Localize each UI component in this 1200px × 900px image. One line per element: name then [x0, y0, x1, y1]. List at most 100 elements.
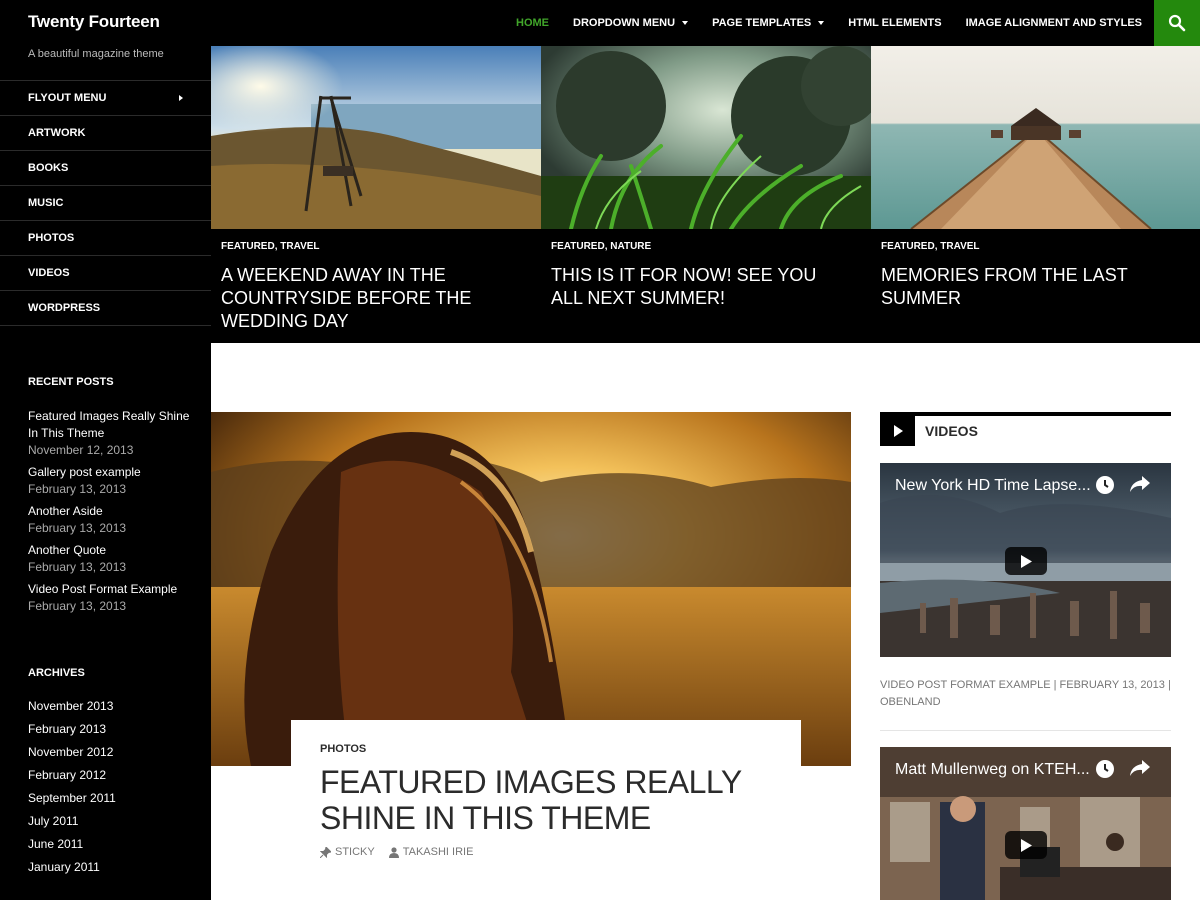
sticky-text: STICKY	[335, 846, 375, 858]
video-title[interactable]: New York HD Time Lapse...	[895, 477, 1091, 495]
featured-post-card[interactable]: FEATURED, NATURE THIS IS IT FOR NOW! SEE…	[541, 46, 871, 343]
video-embed[interactable]: Matt Mullenweg on KTEH...	[880, 747, 1171, 900]
recent-posts-list: Featured Images Really Shine In This The…	[28, 408, 193, 620]
archives-title: ARCHIVES	[28, 667, 85, 679]
author-name: TAKASHI IRIE	[402, 846, 474, 858]
watch-later-icon[interactable]	[1095, 759, 1115, 779]
featured-post-title[interactable]: MEMORIES FROM THE LAST SUMMER	[881, 264, 1181, 310]
list-item: Video Post Format Example February 13, 20…	[28, 581, 193, 615]
list-item: Another Aside February 13, 2013	[28, 503, 193, 537]
recent-post-link[interactable]: Another Quote	[28, 542, 193, 559]
list-item: Another Quote February 13, 2013	[28, 542, 193, 576]
post-meta: STICKY TAKASHI IRIE	[320, 846, 801, 858]
nav-item-image-alignment[interactable]: IMAGE ALIGNMENT AND STYLES	[954, 0, 1154, 46]
side-menu-artwork[interactable]: ARTWORK	[0, 116, 211, 151]
side-menu-flyout[interactable]: FLYOUT MENU	[0, 81, 211, 116]
recent-post-link[interactable]: Gallery post example	[28, 464, 193, 481]
nav-item-label: HOME	[516, 17, 549, 29]
nav-item-html-elements[interactable]: HTML ELEMENTS	[836, 0, 953, 46]
left-sidebar: A beautiful magazine theme FLYOUT MENU A…	[0, 46, 211, 900]
side-menu-label: ARTWORK	[28, 127, 86, 139]
archives-list: November 2013 February 2013 November 201…	[28, 698, 116, 882]
recent-post-link[interactable]: Featured Images Really Shine In This The…	[28, 408, 193, 442]
recent-post-date: February 13, 2013	[28, 560, 127, 574]
side-menu-label: BOOKS	[28, 162, 69, 174]
video-play-button[interactable]	[1005, 831, 1047, 859]
chevron-right-icon	[179, 95, 183, 101]
site-tagline: A beautiful magazine theme	[28, 48, 164, 60]
video-format-badge[interactable]	[880, 416, 915, 446]
archive-link[interactable]: February 2013	[28, 721, 116, 744]
featured-post-category[interactable]: FEATURED, NATURE	[551, 241, 651, 252]
recent-post-link[interactable]: Another Aside	[28, 503, 193, 520]
featured-post-title[interactable]: THIS IS IT FOR NOW! SEE YOU ALL NEXT SUM…	[551, 264, 851, 310]
nav-item-label: IMAGE ALIGNMENT AND STYLES	[965, 17, 1142, 29]
play-icon	[1021, 838, 1032, 852]
post-category[interactable]: PHOTOS	[320, 743, 801, 755]
caret-down-icon	[682, 21, 689, 25]
user-icon	[388, 846, 399, 858]
share-icon[interactable]	[1129, 759, 1151, 777]
play-icon	[1021, 554, 1032, 568]
video-embed[interactable]: New York HD Time Lapse...	[880, 463, 1171, 657]
side-menu-label: FLYOUT MENU	[28, 92, 107, 104]
play-icon	[893, 425, 903, 437]
nav-item-label: HTML ELEMENTS	[848, 17, 942, 29]
archive-link[interactable]: January 2011	[28, 859, 116, 882]
recent-post-date: February 13, 2013	[28, 599, 127, 613]
search-icon	[1168, 14, 1186, 32]
videos-widget-header: VIDEOS	[880, 412, 1171, 446]
secondary-menu: FLYOUT MENU ARTWORK BOOKS MUSIC PHOTOS V…	[0, 80, 211, 326]
archive-link[interactable]: November 2012	[28, 744, 116, 767]
nav-item-page-templates[interactable]: PAGE TEMPLATES	[700, 0, 836, 46]
video-title[interactable]: Matt Mullenweg on KTEH...	[895, 761, 1090, 779]
recent-posts-title: RECENT POSTS	[28, 376, 114, 388]
search-button[interactable]	[1154, 0, 1200, 46]
recent-post-date: November 12, 2013	[28, 443, 134, 457]
site-title[interactable]: Twenty Fourteen	[28, 12, 160, 32]
archive-link[interactable]: February 2012	[28, 767, 116, 790]
share-icon[interactable]	[1129, 475, 1151, 493]
featured-post-category[interactable]: FEATURED, TRAVEL	[221, 241, 320, 252]
archive-link[interactable]: June 2011	[28, 836, 116, 859]
caret-down-icon	[818, 21, 825, 25]
nav-item-label: PAGE TEMPLATES	[712, 17, 812, 29]
featured-image-swing[interactable]	[211, 46, 541, 229]
side-menu-videos[interactable]: VIDEOS	[0, 256, 211, 291]
side-menu-label: VIDEOS	[28, 267, 70, 279]
archive-link[interactable]: September 2011	[28, 790, 116, 813]
videos-widget: VIDEOS	[880, 412, 1171, 446]
featured-post-title[interactable]: A WEEKEND AWAY IN THE COUNTRYSIDE BEFORE…	[221, 264, 521, 333]
divider	[880, 730, 1171, 731]
sticky-label[interactable]: STICKY	[320, 846, 375, 858]
videos-widget-title[interactable]: VIDEOS	[925, 423, 978, 439]
list-item: Gallery post example February 13, 2013	[28, 464, 193, 498]
top-bar: Twenty Fourteen HOME DROPDOWN MENU PAGE …	[0, 0, 1200, 46]
video-post-meta[interactable]: VIDEO POST FORMAT EXAMPLE | FEBRUARY 13,…	[880, 677, 1171, 711]
nav-item-dropdown-menu[interactable]: DROPDOWN MENU	[561, 0, 700, 46]
side-menu-label: WORDPRESS	[28, 302, 101, 314]
recent-post-date: February 13, 2013	[28, 521, 127, 535]
nav-item-home[interactable]: HOME	[504, 0, 561, 46]
archive-link[interactable]: November 2013	[28, 698, 116, 721]
video-overlay-icons	[1095, 759, 1151, 779]
recent-post-link[interactable]: Video Post Format Example	[28, 581, 193, 598]
video-play-button[interactable]	[1005, 547, 1047, 575]
side-menu-label: MUSIC	[28, 197, 64, 209]
side-menu-photos[interactable]: PHOTOS	[0, 221, 211, 256]
featured-post-card[interactable]: FEATURED, TRAVEL MEMORIES FROM THE LAST …	[871, 46, 1200, 343]
watch-later-icon[interactable]	[1095, 475, 1115, 495]
side-menu-music[interactable]: MUSIC	[0, 186, 211, 221]
side-menu-wordpress[interactable]: WORDPRESS	[0, 291, 211, 326]
post-featured-image[interactable]	[211, 412, 851, 766]
post-title[interactable]: FEATURED IMAGES REALLY SHINE IN THIS THE…	[320, 764, 760, 836]
featured-image-grass[interactable]	[541, 46, 871, 229]
featured-image-pier[interactable]	[871, 46, 1200, 229]
archive-link[interactable]: July 2011	[28, 813, 116, 836]
featured-post-category[interactable]: FEATURED, TRAVEL	[881, 241, 980, 252]
side-menu-books[interactable]: BOOKS	[0, 151, 211, 186]
featured-post-card[interactable]: FEATURED, TRAVEL A WEEKEND AWAY IN THE C…	[211, 46, 541, 343]
side-menu-label: PHOTOS	[28, 232, 75, 244]
author-link[interactable]: TAKASHI IRIE	[388, 846, 474, 858]
recent-post-date: February 13, 2013	[28, 482, 127, 496]
